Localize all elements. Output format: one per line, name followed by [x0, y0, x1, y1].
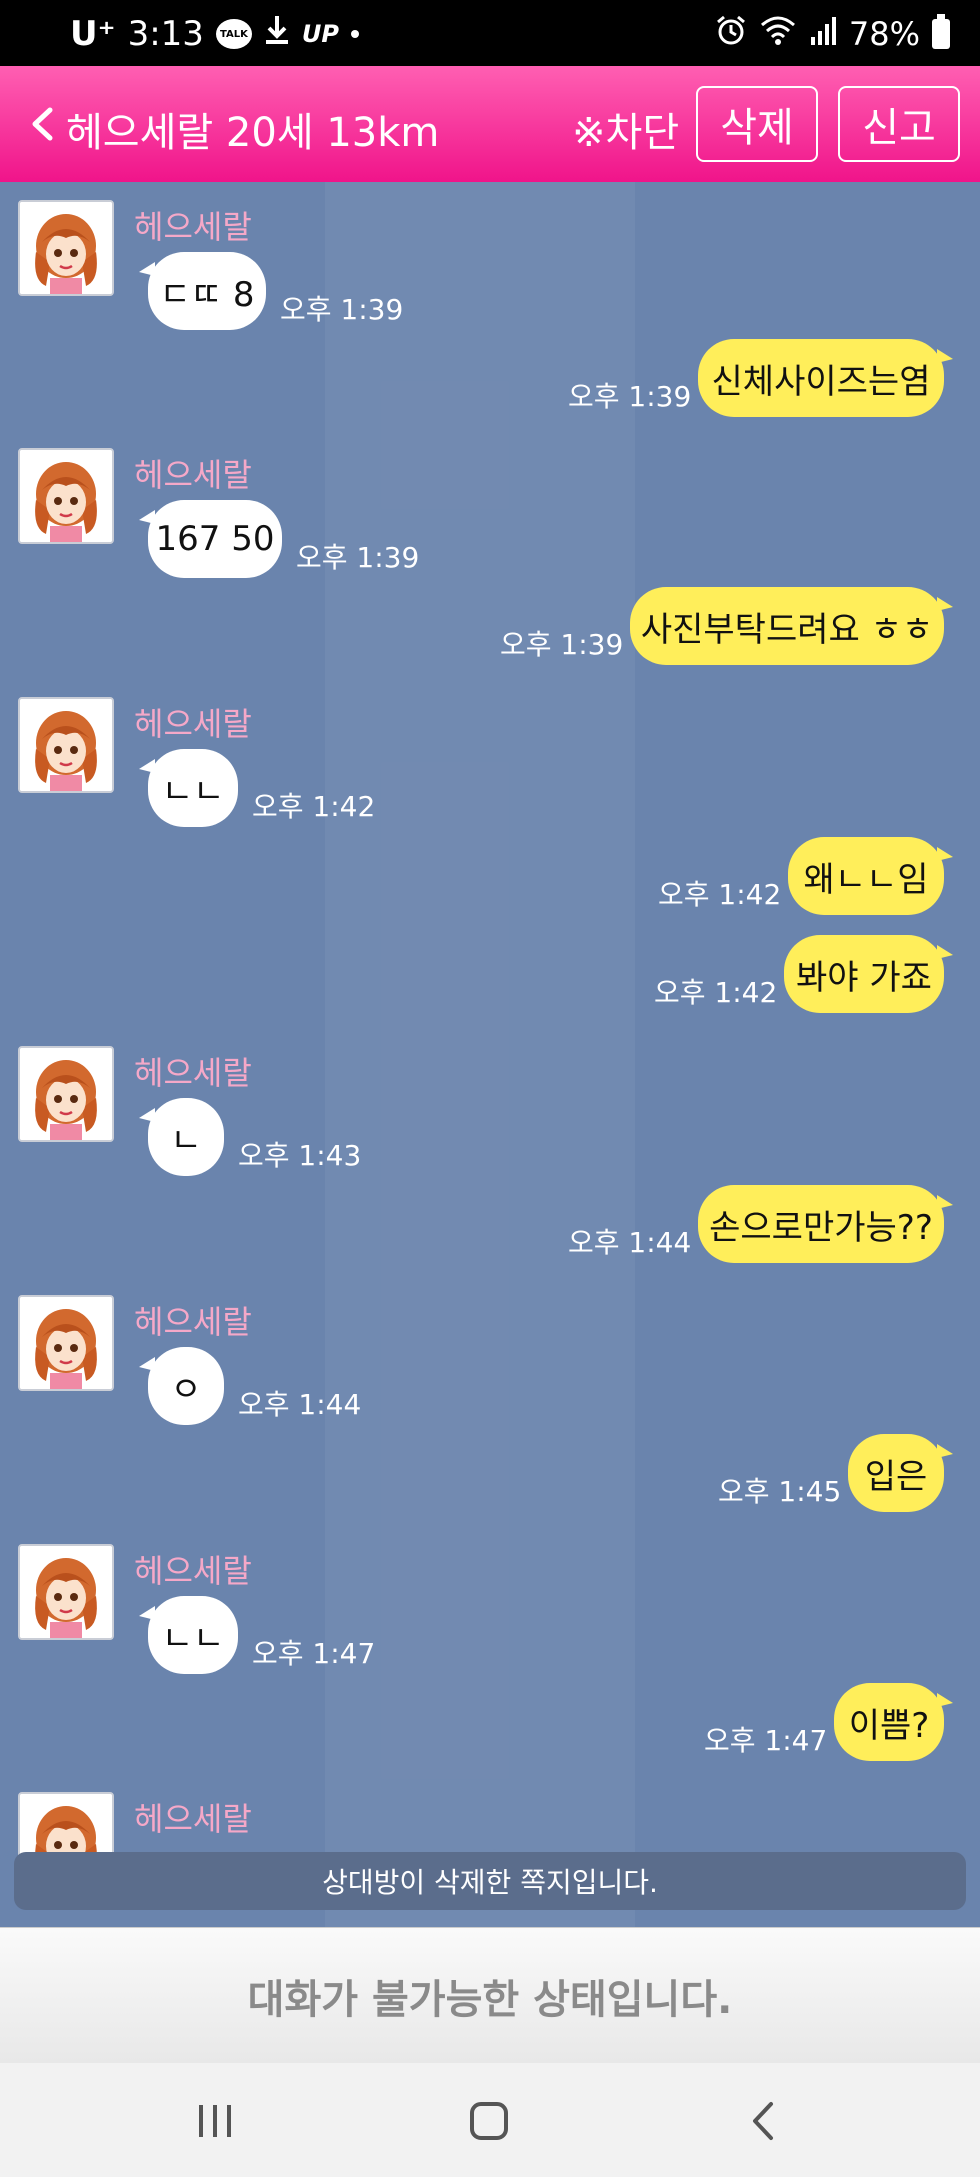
- sender-name: 헤으세랄: [134, 705, 252, 743]
- sender-avatar[interactable]: [18, 697, 114, 793]
- clock: 3:13: [127, 14, 204, 54]
- message-time: 오후 1:42: [658, 878, 782, 911]
- message-time: 오후 1:45: [718, 1475, 842, 1508]
- sender-avatar[interactable]: [18, 200, 114, 296]
- sender-name: 헤으세랄: [134, 1800, 252, 1838]
- wifi-icon: [759, 15, 797, 53]
- delete-button[interactable]: 삭제: [696, 86, 818, 162]
- sender-avatar[interactable]: [18, 448, 114, 544]
- outgoing-message-bubble[interactable]: 왜ㄴㄴ임: [788, 837, 953, 915]
- title-bar: 헤으세랄 20세 13km ※차단 삭제 신고: [0, 66, 980, 182]
- sender-name: 헤으세랄: [134, 456, 252, 494]
- sender-name: 헤으세랄: [134, 208, 252, 246]
- sender-avatar[interactable]: [18, 1046, 114, 1142]
- chevron-left-icon: [32, 107, 53, 141]
- navigation-bar: [0, 2063, 980, 2177]
- outgoing-message-bubble[interactable]: 입은: [848, 1434, 953, 1512]
- message-time: 오후 1:47: [252, 1637, 376, 1670]
- incoming-message-bubble[interactable]: ㄴㄴ: [139, 1596, 238, 1674]
- battery-icon: [932, 14, 950, 49]
- deleted-notice: 상대방이 삭제한 쪽지입니다.: [14, 1852, 966, 1910]
- avatar-illustration: [20, 699, 112, 791]
- download-icon: [264, 14, 290, 55]
- outgoing-message-bubble[interactable]: 봐야 가죠: [784, 935, 953, 1013]
- avatar-illustration: [20, 202, 112, 294]
- sender-avatar[interactable]: [18, 1295, 114, 1391]
- incoming-message-bubble[interactable]: ㄴㄴ: [139, 749, 238, 827]
- outgoing-message-bubble[interactable]: 신체사이즈는염: [698, 339, 953, 417]
- incoming-message-bubble[interactable]: ㅇ: [139, 1347, 224, 1425]
- outgoing-message-bubble[interactable]: 손으로만가능??: [698, 1185, 953, 1263]
- outgoing-message-bubble[interactable]: 이쁨?: [834, 1683, 953, 1761]
- avatar-illustration: [20, 450, 112, 542]
- block-button[interactable]: ※차단: [572, 100, 679, 158]
- outgoing-message-bubble[interactable]: 사진부탁드려요 ㅎㅎ: [630, 587, 953, 665]
- message-time: 오후 1:42: [252, 790, 376, 823]
- sender-avatar[interactable]: [18, 1544, 114, 1640]
- recents-icon: [199, 2105, 231, 2137]
- message-time: 오후 1:42: [654, 976, 778, 1009]
- sender-name: 헤으세랄: [134, 1054, 252, 1092]
- incoming-message-bubble[interactable]: 167 50: [139, 500, 282, 578]
- up-icon: UP: [301, 20, 339, 48]
- avatar-illustration: [20, 1546, 112, 1638]
- back-button[interactable]: [22, 102, 62, 146]
- chat-title: 헤으세랄 20세 13km: [66, 110, 440, 156]
- carrier-label: U⁺: [70, 14, 116, 54]
- message-time: 오후 1:39: [280, 293, 404, 326]
- message-time: 오후 1:39: [296, 541, 420, 574]
- avatar-illustration: [20, 1048, 112, 1140]
- home-icon: [470, 2102, 508, 2140]
- incoming-message-bubble[interactable]: ㄴ: [139, 1098, 224, 1176]
- sender-name: 헤으세랄: [134, 1552, 252, 1590]
- talk-icon: TALK: [215, 19, 252, 49]
- report-button[interactable]: 신고: [838, 86, 960, 162]
- recents-button[interactable]: [180, 2091, 250, 2151]
- alarm-icon: [715, 14, 747, 54]
- message-time: 오후 1:47: [704, 1724, 828, 1757]
- message-time: 오후 1:39: [568, 380, 692, 413]
- avatar-illustration: [20, 1297, 112, 1389]
- sender-name: 헤으세랄: [134, 1303, 252, 1341]
- notification-dot-icon: [351, 30, 359, 38]
- incoming-message-bubble[interactable]: ㄷㄸ 8: [139, 252, 266, 330]
- back-icon: [753, 2102, 773, 2140]
- status-bar: U⁺ 3:13 TALK UP 78%: [0, 0, 980, 66]
- chat-area[interactable]: 헤으세랄 ㄷㄸ 8 오후 1:39 신체사이즈는염 오후 1:39 헤으세랄 167 50 오…: [0, 182, 980, 1927]
- battery-percent: 78%: [848, 15, 920, 53]
- message-time: 오후 1:44: [568, 1226, 692, 1259]
- chat-disabled-bar: 대화가 불가능한 상태입니다.: [0, 1927, 980, 2063]
- message-time: 오후 1:43: [238, 1139, 362, 1172]
- message-time: 오후 1:39: [500, 628, 624, 661]
- home-button[interactable]: [454, 2091, 524, 2151]
- signal-icon: [809, 15, 837, 53]
- system-back-button[interactable]: [728, 2091, 798, 2151]
- message-time: 오후 1:44: [238, 1388, 362, 1421]
